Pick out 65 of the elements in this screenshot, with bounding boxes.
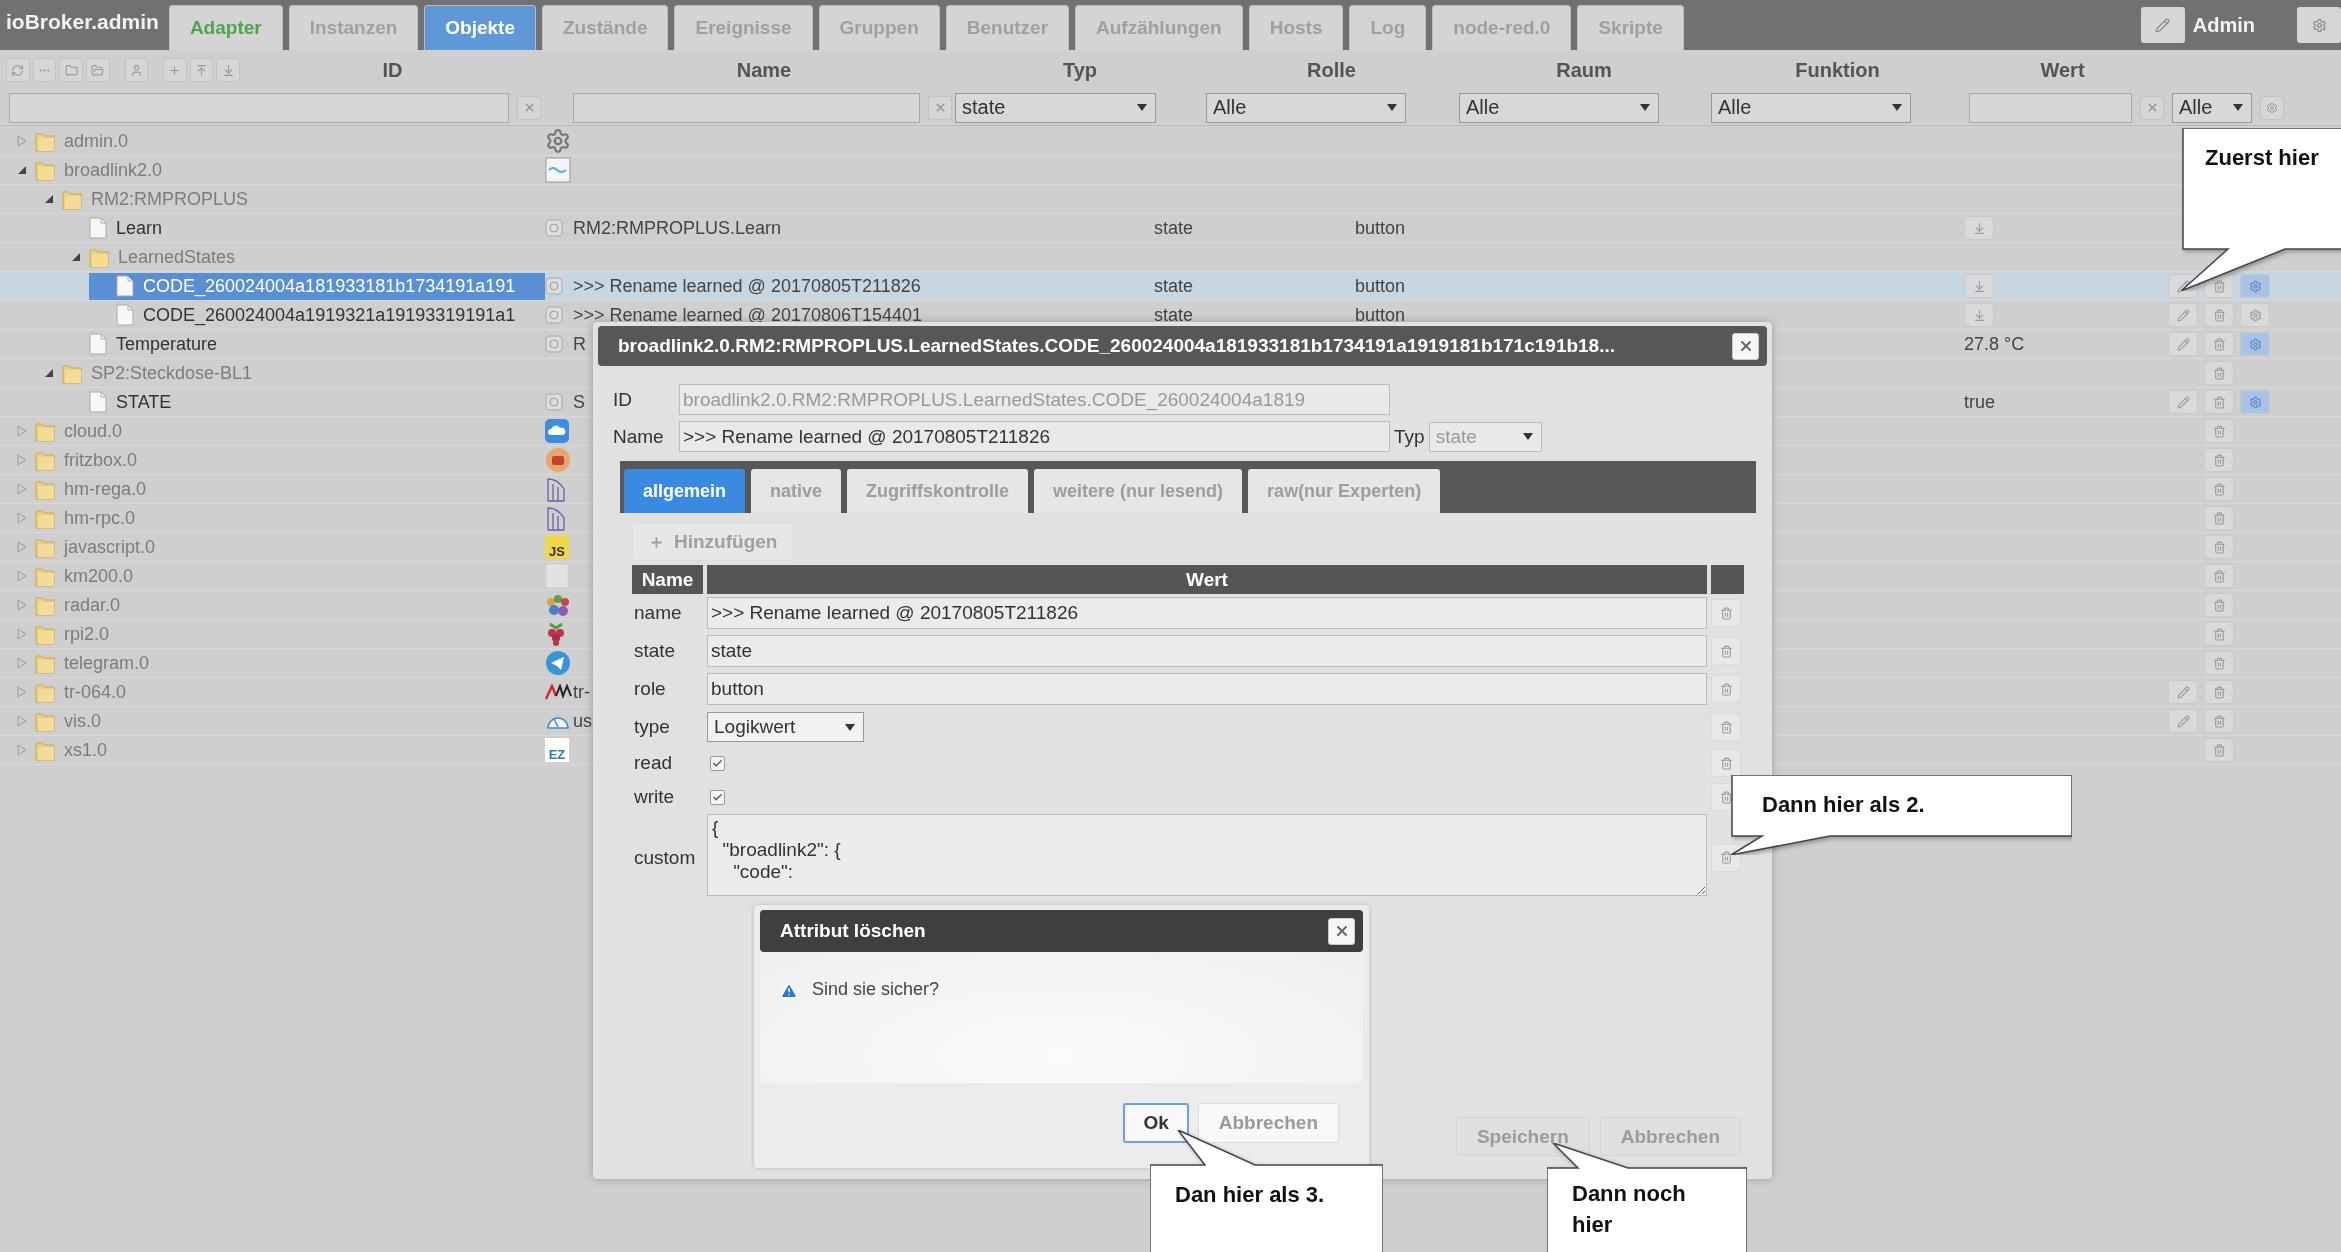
tree-label: vis.0 bbox=[64, 710, 101, 732]
column-header: ID bbox=[381, 58, 404, 82]
attribute-name: write bbox=[633, 786, 676, 808]
field-label: Typ bbox=[1394, 425, 1425, 448]
table-cell: S bbox=[573, 391, 585, 412]
column-header: Raum bbox=[1555, 58, 1613, 82]
table-cell: 27.8 °C bbox=[1964, 333, 2025, 355]
attribute-name: role bbox=[633, 678, 667, 700]
tree-label: STATE bbox=[116, 391, 172, 413]
tree-label: javascript.0 bbox=[64, 536, 156, 558]
dialog-title: Attribut löschen bbox=[780, 920, 926, 942]
column-header: Name bbox=[632, 565, 703, 594]
column-header: Funktion bbox=[1794, 58, 1881, 82]
tree-label: LearnedStates bbox=[118, 246, 236, 268]
logo: JS bbox=[545, 535, 569, 559]
tree-label: hm-rega.0 bbox=[64, 478, 147, 500]
attribute-name: custom bbox=[633, 846, 697, 869]
column-header: Wert bbox=[707, 565, 1707, 594]
tree-label: CODE_260024004a181933181b1734191a191 bbox=[143, 275, 516, 297]
dialog-title: broadlink2.0.RM2:RMPROPLUS.LearnedStates.CODE_260024004a181933181b1734191a1919181b171c191b18... bbox=[618, 335, 1616, 357]
tree-label: tr-064.0 bbox=[64, 681, 127, 703]
column-header: Name bbox=[735, 58, 793, 82]
tree-label: hm-rpc.0 bbox=[64, 507, 135, 529]
tree-label: SP2:Steckdose-BL1 bbox=[91, 362, 253, 384]
table-cell: button bbox=[1355, 304, 1406, 325]
table-cell: button bbox=[1355, 275, 1406, 296]
table-cell: state bbox=[1154, 217, 1194, 238]
confirm-message: Sind sie sicher? bbox=[812, 979, 940, 1000]
table-cell: us bbox=[573, 710, 592, 731]
app-title: ioBroker.admin bbox=[5, 10, 160, 34]
attribute-name: type bbox=[633, 716, 671, 738]
table-cell: true bbox=[1964, 391, 1996, 413]
tree-label: Temperature bbox=[116, 333, 218, 355]
tree-label: admin.0 bbox=[64, 130, 129, 152]
field-label: Name bbox=[613, 425, 665, 448]
attribute-name: read bbox=[633, 752, 674, 774]
field-label: ID bbox=[613, 388, 633, 411]
tree-label: telegram.0 bbox=[64, 652, 150, 674]
table-cell: R bbox=[573, 333, 586, 354]
tree-label: xs1.0 bbox=[64, 739, 108, 761]
table-cell: >>> Rename learned @ 20170805T211826 bbox=[573, 275, 921, 296]
tree-label: km200.0 bbox=[64, 565, 134, 587]
tree-label: cloud.0 bbox=[64, 420, 123, 442]
attribute-name: state bbox=[633, 640, 677, 662]
table-cell: state bbox=[1154, 304, 1194, 325]
column-header: Rolle bbox=[1306, 58, 1357, 82]
tree-label: Learn bbox=[116, 217, 163, 239]
tree-label: fritzbox.0 bbox=[64, 449, 138, 471]
table-cell: state bbox=[1154, 275, 1194, 296]
callout-text: Dan hier als 3. bbox=[1175, 1181, 1325, 1209]
tree-label: CODE_260024004a1919321a19193319191a1 bbox=[143, 304, 516, 326]
tree-label: rpi2.0 bbox=[64, 623, 110, 645]
tree-label: RM2:RMPROPLUS bbox=[91, 188, 249, 210]
column-header: Typ bbox=[1061, 58, 1099, 82]
tree-label: radar.0 bbox=[64, 594, 121, 616]
user-name: Admin bbox=[2192, 13, 2255, 37]
attribute-name: name bbox=[633, 602, 683, 624]
column-header: Wert bbox=[2039, 58, 2086, 82]
tree-label: broadlink2.0 bbox=[64, 159, 163, 181]
table-cell: tr- bbox=[573, 681, 590, 702]
callout-text: Dann hier als 2. bbox=[1762, 791, 1925, 819]
callout-text: Dann noch hier bbox=[1572, 1180, 1687, 1239]
table-cell: button bbox=[1355, 217, 1406, 238]
logo: EZ bbox=[545, 738, 569, 762]
table-cell: RM2:RMPROPLUS.Learn bbox=[573, 217, 782, 238]
